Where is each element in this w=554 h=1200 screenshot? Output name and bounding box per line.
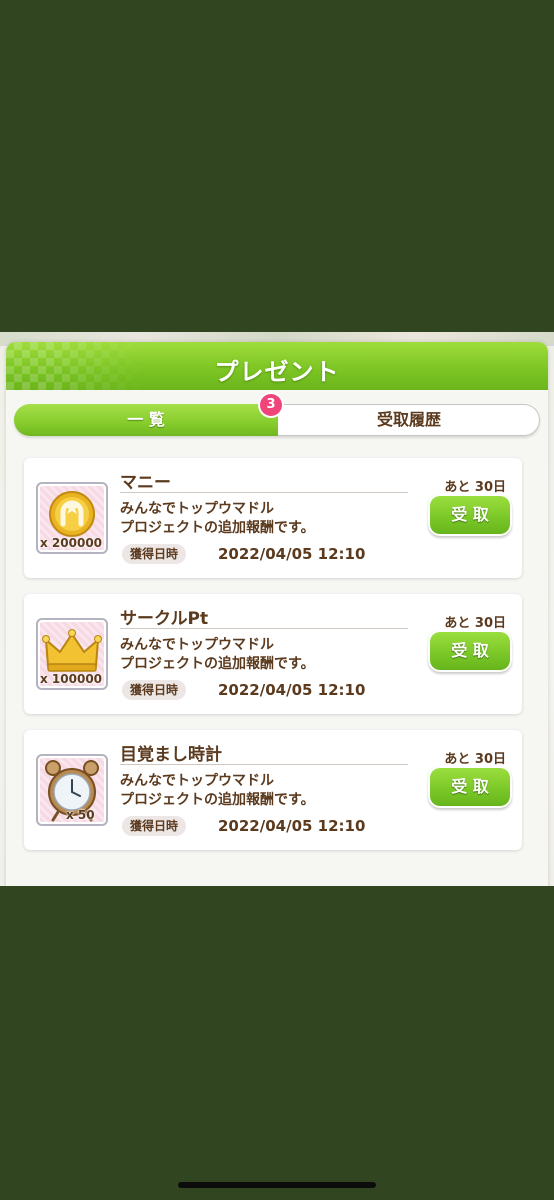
divider [120,764,408,765]
date-label: 獲得日時 [122,816,187,836]
divider [120,628,408,629]
item-name: サークルPt [120,609,209,629]
item-icon-frame: x 100000 [36,618,108,690]
tab-list[interactable]: 一 覧 [14,404,278,436]
description-line: みんなでトップウマドル [120,773,274,789]
item-name: マニー [120,473,171,493]
date-label: 獲得日時 [122,544,187,564]
dialog-header: プレゼント [6,342,548,390]
description-line: プロジェクトの追加報酬です。 [120,792,315,808]
list-item: x 50 目覚まし時計 みんなでトップウマドル プロジェクトの追加報酬です。 獲… [24,730,522,850]
item-description: みんなでトップウマドル プロジェクトの追加報酬です。 [120,772,420,810]
dialog-title: プレゼント [214,358,340,386]
list-item: x 100000 サークルPt みんなでトップウマドル プロジェクトの追加報酬で… [24,594,522,714]
home-indicator[interactable] [178,1182,376,1188]
description-line: みんなでトップウマドル [120,501,274,517]
remaining-days: あと 30日 [444,752,506,767]
divider [120,492,408,493]
item-description: みんなでトップウマドル プロジェクトの追加報酬です。 [120,636,420,674]
description-line: プロジェクトの追加報酬です。 [120,656,315,672]
item-icon-frame: x 200000 [36,482,108,554]
item-name: 目覚まし時計 [120,745,222,765]
date-value: 2022/04/05 12:10 [218,681,366,699]
description-line: みんなでトップウマドル [120,637,274,653]
receive-button[interactable]: 受 取 [428,766,512,808]
item-quantity: x 100000 [40,672,103,686]
present-dialog: プレゼント 一 覧 受取履歴 3 x 200000 マニー みんなでトップウマド… [6,342,548,886]
item-icon-frame: x 50 [36,754,108,826]
date-value: 2022/04/05 12:10 [218,817,366,835]
list-item: x 200000 マニー みんなでトップウマドル プロジェクトの追加報酬です。 … [24,458,522,578]
tab-history-label: 受取履歴 [376,410,441,429]
notification-badge: 3 [260,394,282,416]
receive-button[interactable]: 受 取 [428,630,512,672]
tab-list-label: 一 覧 [127,410,165,429]
item-quantity: x 50 [66,808,95,822]
tab-bar: 一 覧 受取履歴 3 [14,394,540,436]
remaining-days: あと 30日 [444,616,506,631]
game-screen: プレゼント 一 覧 受取履歴 3 x 200000 マニー みんなでトップウマド… [0,332,554,886]
date-value: 2022/04/05 12:10 [218,545,366,563]
receive-button[interactable]: 受 取 [428,494,512,536]
remaining-days: あと 30日 [444,480,506,495]
item-quantity: x 200000 [40,536,103,550]
tab-history[interactable]: 受取履歴 [278,404,540,436]
date-label: 獲得日時 [122,680,187,700]
item-description: みんなでトップウマドル プロジェクトの追加報酬です。 [120,500,420,538]
description-line: プロジェクトの追加報酬です。 [120,520,315,536]
